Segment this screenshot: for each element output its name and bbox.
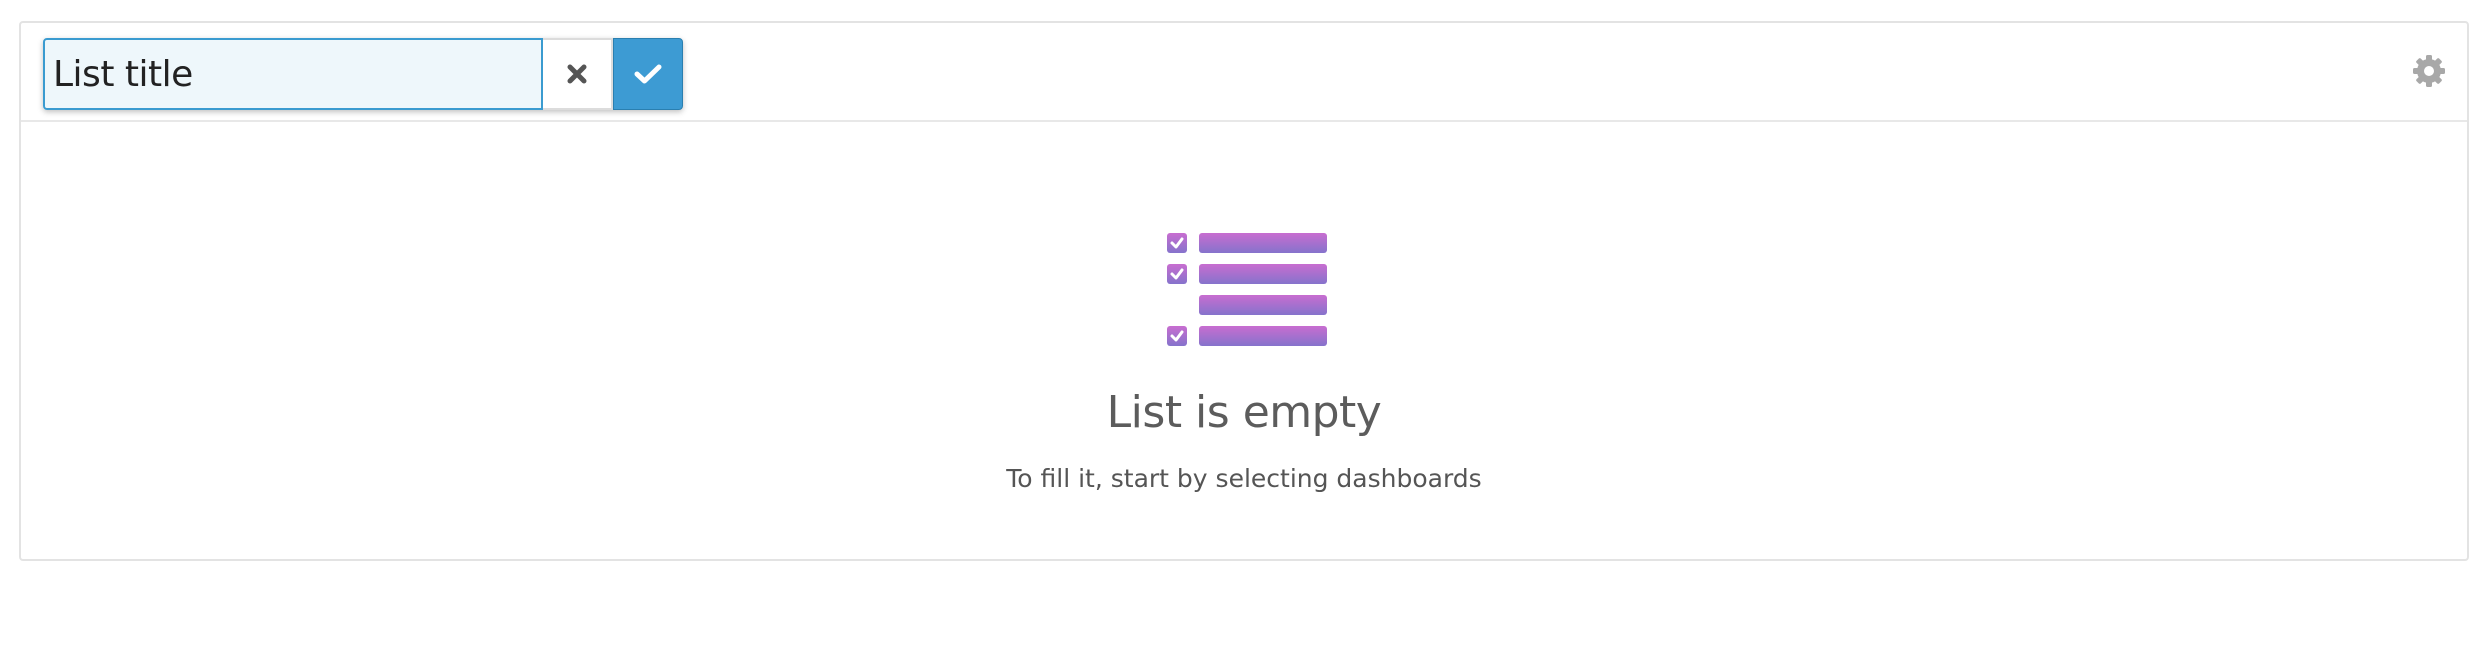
- title-editor: [43, 38, 683, 110]
- close-icon: [567, 64, 587, 84]
- list-panel: List is empty To fill it, start by selec…: [19, 21, 2469, 561]
- empty-state-title: List is empty: [1106, 387, 1382, 438]
- empty-state-subtitle: To fill it, start by selecting dashboard…: [1006, 464, 1482, 493]
- empty-state: List is empty To fill it, start by selec…: [21, 122, 2467, 559]
- checklist-icon: [1167, 233, 1327, 346]
- list-title-input[interactable]: [43, 38, 543, 110]
- check-icon: [634, 64, 662, 84]
- confirm-button[interactable]: [613, 38, 683, 110]
- cancel-button[interactable]: [543, 38, 613, 110]
- panel-header: [21, 23, 2467, 122]
- gear-icon[interactable]: [2411, 53, 2447, 89]
